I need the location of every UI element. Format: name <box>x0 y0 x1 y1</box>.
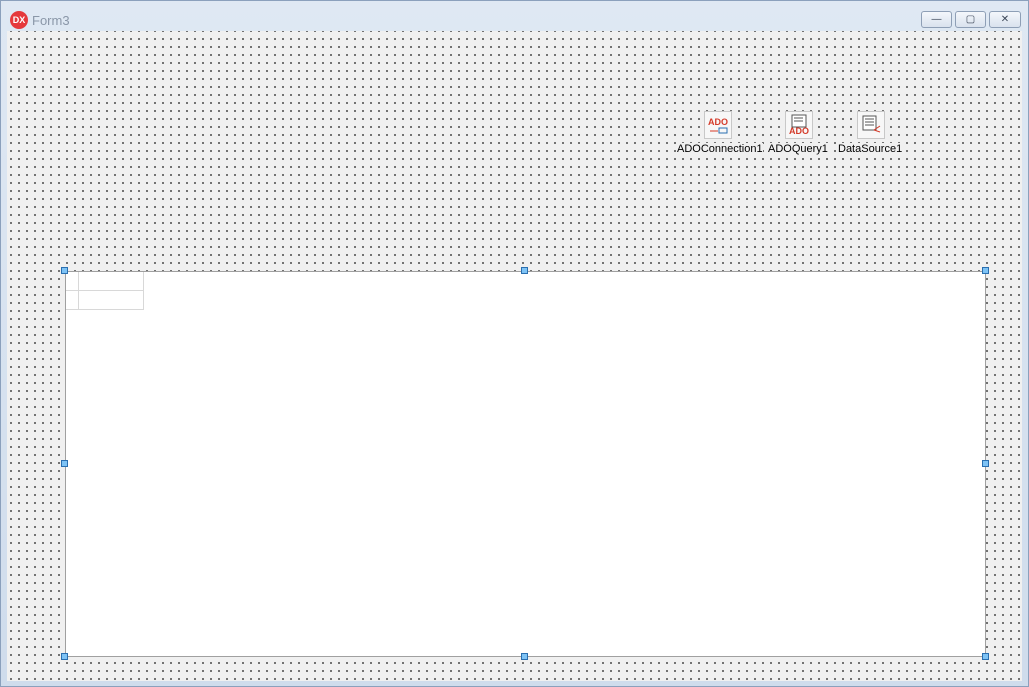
grid-data-cell[interactable] <box>79 291 144 310</box>
title-bar[interactable]: DX Form3 — ▢ ✕ <box>1 1 1028 31</box>
form-canvas[interactable]: ADO ADOConnection1 ADO ADOQuery1 DataSou… <box>7 31 1022 681</box>
form-designer-window: DX Form3 — ▢ ✕ ADO ADOConnection1 ADO AD… <box>0 0 1029 687</box>
resize-handle-top-left[interactable] <box>61 267 68 274</box>
window-title: Form3 <box>32 13 70 28</box>
resize-handle-right[interactable] <box>982 460 989 467</box>
db-grid[interactable] <box>65 271 986 657</box>
minimize-button[interactable]: — <box>921 11 952 28</box>
grid-indicator-cell <box>66 291 79 310</box>
ado-label-icon: ADO <box>789 126 809 136</box>
component-label-adoquery: ADOQuery1 <box>768 143 828 155</box>
grid-indicator-cell <box>66 272 79 291</box>
dx-app-icon: DX <box>10 11 28 29</box>
connection-plug-icon <box>710 127 728 134</box>
resize-handle-top[interactable] <box>521 267 528 274</box>
ado-query-icon[interactable]: ADO <box>785 111 813 139</box>
resize-handle-left[interactable] <box>61 460 68 467</box>
resize-handle-bottom[interactable] <box>521 653 528 660</box>
component-label-datasource: DataSource1 <box>838 143 903 155</box>
resize-handle-top-right[interactable] <box>982 267 989 274</box>
datasource-list-icon <box>862 115 881 133</box>
component-label-adoconnection: ADOConnection1 <box>677 143 763 155</box>
grid-header-cell[interactable] <box>79 272 144 291</box>
resize-handle-bottom-left[interactable] <box>61 653 68 660</box>
ado-connection-icon[interactable]: ADO <box>704 111 732 139</box>
datasource-icon[interactable] <box>857 111 885 139</box>
close-button[interactable]: ✕ <box>989 11 1021 28</box>
resize-handle-bottom-right[interactable] <box>982 653 989 660</box>
maximize-button[interactable]: ▢ <box>955 11 986 28</box>
